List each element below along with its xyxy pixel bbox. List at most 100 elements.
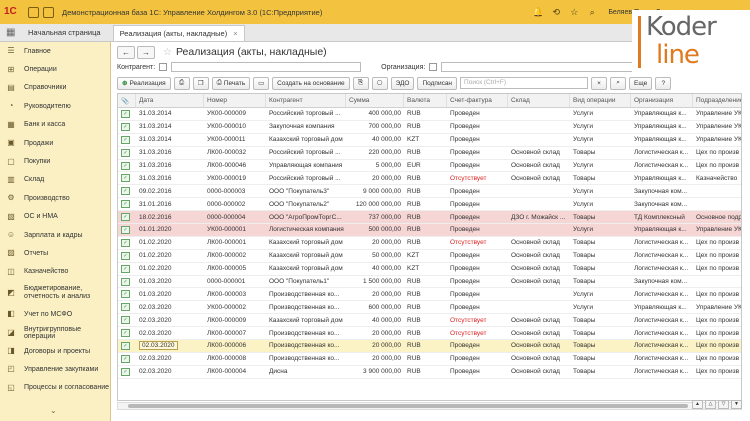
tab-home[interactable]: Начальная страница [22,25,107,41]
column-header[interactable]: Организация [631,94,693,107]
column-header[interactable]: Сумма [346,94,404,107]
sidebar-item[interactable]: ◧ Учет по МСФО [0,305,110,323]
sidebar-item[interactable]: ◱ Процессы и согласование [0,379,110,397]
cell-text: Цех по произв [696,316,740,324]
cell-date: 02.03.2020 [136,366,204,378]
table-row[interactable]: ✓ 01.03.2020 0000-000001 ООО "Покупатель1" 1… [118,276,741,289]
copy-button[interactable]: ❐ [192,76,209,90]
column-header[interactable]: Контрагент [266,94,346,107]
sidebar-item[interactable]: ▥ Склад [0,171,110,189]
close-icon[interactable]: × [233,29,237,38]
sidebar-item[interactable]: ▤ Справочники [0,79,110,97]
table-row[interactable]: ✓ 01.02.2020 ЛК00-000001 Казахский торговый… [118,237,741,250]
attach-button[interactable]: ⎘ [352,76,369,90]
sidebar-item[interactable]: ▢ Покупки [0,152,110,170]
table-row[interactable]: ✓ 31.03.2016 ЛК00-000032 Российский торговы… [118,147,741,160]
search-icon[interactable]: ⌕ [586,7,598,18]
search-button[interactable]: ⌕ [610,76,627,90]
sidebar-item[interactable]: ◫ Казначейство [0,263,110,281]
edo-button[interactable]: ЭДО [390,76,415,90]
search-input[interactable]: Поиск (Ctrl+F) [460,77,589,89]
sidebar-item[interactable]: ◪ Внутригрупповые операции [0,323,110,341]
cell-cur: RUB [404,314,447,326]
table-row[interactable]: ✓ 31.03.2016 ЛК00-000046 Управляющая компан… [118,160,741,173]
forward-button[interactable]: → [137,45,155,59]
org-field[interactable] [441,62,642,72]
cell-text: Закупочная ком... [634,187,688,195]
page-first-button[interactable]: ▲ [692,400,703,409]
favorite-star-icon[interactable]: ☆ [163,47,172,58]
sidebar-item[interactable]: ◨ Договоры и проекты [0,342,110,360]
column-header[interactable]: Валюта [404,94,447,107]
cell-org: Логистическая к... [631,366,693,378]
column-header[interactable]: Вид операции [570,94,631,107]
table-row[interactable]: ✓ 02.03.2020 ЛК00-000004 Дисна 3 900 000,00 R… [118,366,741,379]
create-realization-button[interactable]: ⊕ Реализация [117,76,171,90]
sidebar-item[interactable]: ⚙ Производство [0,189,110,207]
horizontal-scrollbar[interactable] [117,402,742,410]
sidebar-item[interactable]: ▣ Продажи [0,134,110,152]
table-row[interactable]: ✓ 09.02.2016 0000-000003 ООО "Покупатель3" 9… [118,185,741,199]
org-checkbox[interactable] [429,63,438,71]
sidebar-item[interactable]: ◔ Руководителю [0,97,110,115]
sidebar-item[interactable]: ▨ Отчеты [0,244,110,262]
sidebar-item[interactable]: ▧ ОС и НМА [0,208,110,226]
table-row[interactable]: ✓ 31.03.2016 УК00-000019 Российский торговы… [118,172,741,186]
table-row[interactable]: ✓ 31.03.2014 УК00-000010 Закупочная компани… [118,121,741,134]
page-down-button[interactable]: ▽ [718,400,729,409]
kontragent-checkbox[interactable] [159,63,168,71]
more-button[interactable]: Еще [629,76,653,90]
sidebar-item[interactable]: ▦ Банк и касса [0,116,110,134]
table-row[interactable]: ✓ 31.01.2016 0000-000002 ООО "Покупатель2" 1… [118,198,741,212]
cell-sklad [508,224,570,236]
table-row[interactable]: ✓ 02.03.2020 УК00-000002 Производственная к… [118,301,741,315]
table-row[interactable]: ✓ 01.02.2020 ЛК00-000002 Казахский торговый… [118,250,741,263]
menu-icon[interactable] [28,6,39,18]
sidebar-item[interactable]: ◩ Бюджетирование, отчетность и анализ [0,281,110,305]
folder-button[interactable]: ▭ [253,76,270,90]
column-header[interactable]: Подразделение [693,94,741,107]
link-button[interactable]: ⎔ [371,76,388,90]
home-icon[interactable] [43,6,54,18]
cell-text: 02.03.2020 [139,368,172,376]
sidebar-item[interactable]: ☰ Главное [0,42,110,60]
table-row[interactable]: ✓ 02.03.2020 ЛК00-000009 Казахский торговый… [118,314,741,328]
create-basis-button[interactable]: Создать на основание [272,76,350,90]
post-button[interactable]: ⎙ [173,76,190,90]
chevron-down-icon[interactable]: ⌄ [50,406,57,415]
star-icon[interactable]: ☆ [568,7,580,18]
column-header[interactable]: Склад [508,94,570,107]
back-button[interactable]: ← [117,45,135,59]
column-header[interactable]: Дата [136,94,204,107]
cell-text: Проведен [450,200,480,208]
column-header[interactable]: Счет-фактура [447,94,508,107]
apps-grid-icon[interactable]: ▦ [6,27,18,39]
sidebar-item[interactable]: ☺ Зарплата и кадры [0,226,110,244]
org-label: Организация: [381,63,426,71]
cell-vid: Товары [570,276,631,288]
help-button[interactable]: ? [655,76,672,90]
table-row[interactable]: ✓ 31.03.2014 УК00-000011 Казахский торговый… [118,134,741,147]
clear-search-button[interactable]: × [591,76,608,90]
print-button[interactable]: ⎙ Печать [211,76,251,90]
column-header[interactable]: Номер [204,94,266,107]
page-up-button[interactable]: △ [705,400,716,409]
history-icon[interactable]: ⟲ [550,7,562,18]
table-row[interactable]: ✓ 02.03.2020 ЛК00-000006 Производственная к… [118,340,741,353]
scroll-thumb[interactable] [128,404,688,408]
table-row[interactable]: ✓ 02.03.2020 ЛК00-000007 Производственная к… [118,327,741,341]
page-last-button[interactable]: ▼ [731,400,742,409]
table-row[interactable]: ✓ 01.01.2020 УК00-000001 Логистическая комп… [118,224,741,237]
kontragent-field[interactable] [171,62,362,72]
sidebar-item[interactable]: ◰ Управление закупками [0,360,110,378]
attach-column-header[interactable]: 📎 [118,94,136,107]
table-row[interactable]: ✓ 01.02.2020 ЛК00-000005 Казахский торговый… [118,263,741,276]
tab-realization[interactable]: Реализация (акты, накладные) × [112,24,245,41]
table-row[interactable]: ✓ 02.03.2020 ЛК00-000008 Производственная к… [118,353,741,366]
bell-icon[interactable]: 🔔 [532,7,544,18]
sidebar-item[interactable]: ⊞ Операции [0,60,110,78]
table-row[interactable]: ✓ 01.03.2020 ЛК00-000003 Производственная к… [118,288,741,302]
table-row[interactable]: ✓ 18.02.2016 0000-000004 ООО "АгроПромТоргС… [118,211,741,225]
signed-button[interactable]: Подписан [417,76,458,90]
table-row[interactable]: ✓ 31.03.2014 УК00-000009 Российский торговы… [118,108,741,121]
